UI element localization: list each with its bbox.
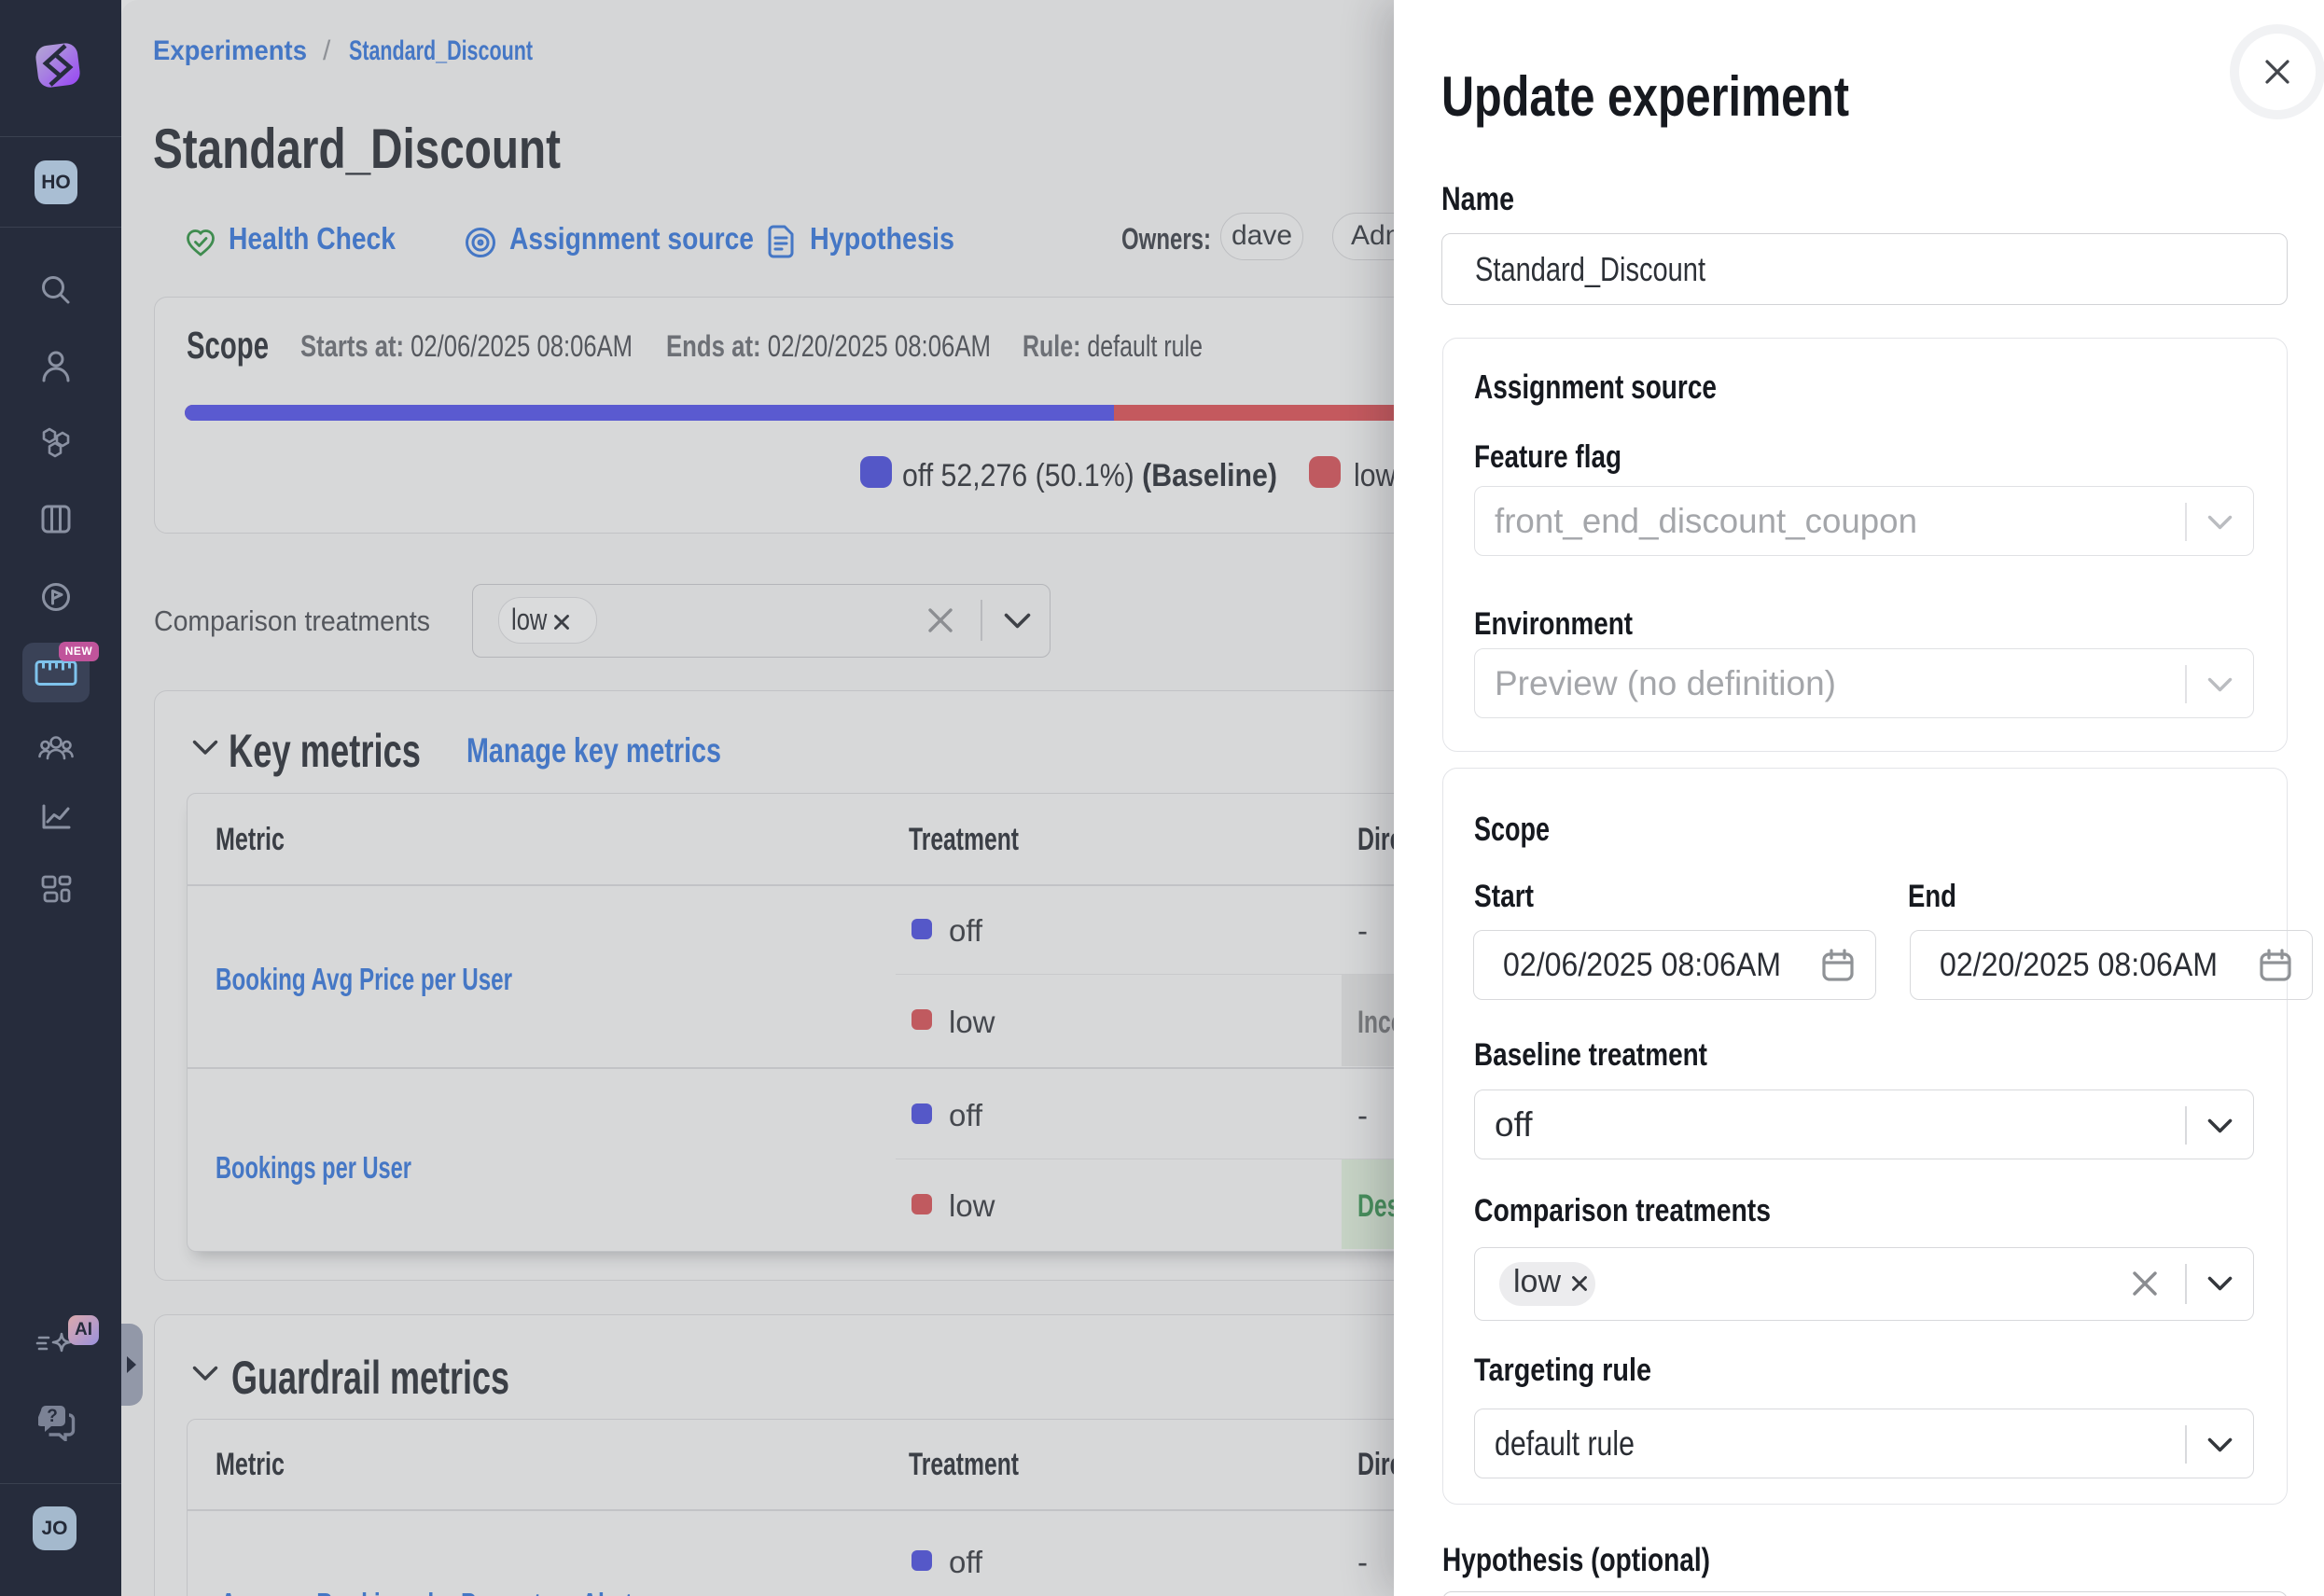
svg-text:?: ? — [47, 1407, 58, 1426]
